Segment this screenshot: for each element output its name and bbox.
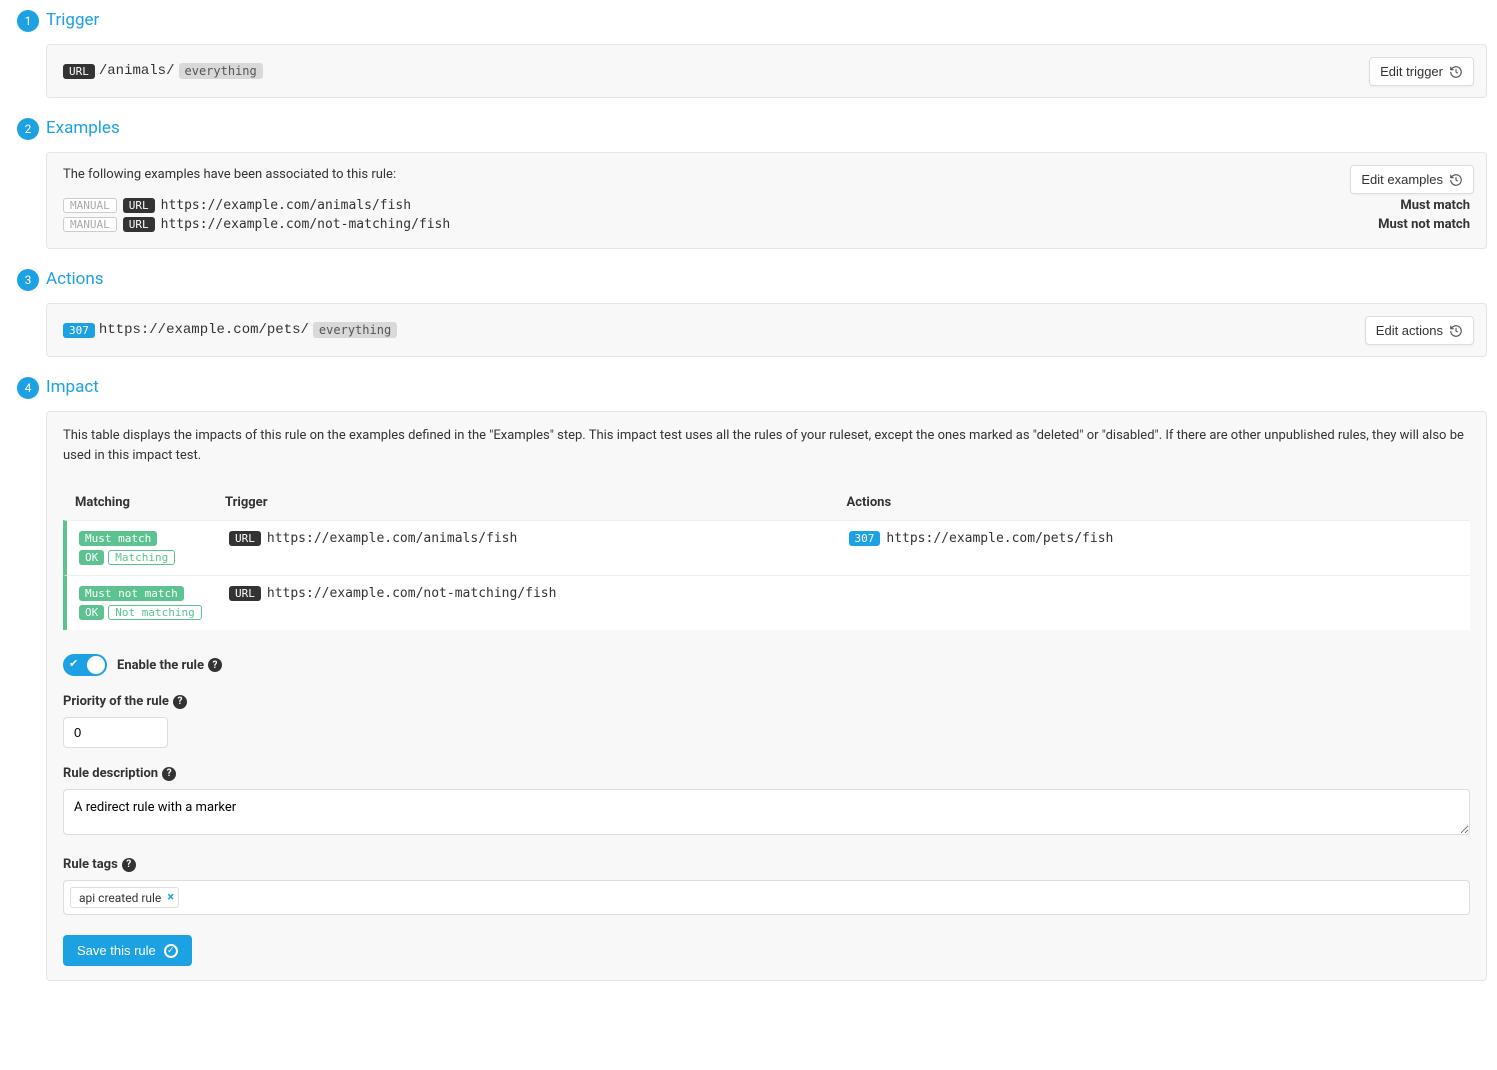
- example-result: Must match: [1400, 198, 1470, 213]
- must-not-match-badge: Must not match: [79, 586, 184, 601]
- check-icon: ✔: [69, 657, 78, 670]
- step-title-actions: Actions: [46, 269, 1487, 303]
- example-url: https://example.com/animals/fish: [161, 198, 1395, 213]
- url-badge: URL: [229, 531, 261, 546]
- impact-description: This table displays the impacts of this …: [63, 426, 1470, 465]
- trigger-url: https://example.com/not-matching/fish: [267, 586, 557, 601]
- actions-content: 307 https://example.com/pets/ everything: [63, 318, 1470, 342]
- impact-row: Must match OK Matching URL https://examp…: [63, 520, 1470, 575]
- edit-trigger-label: Edit trigger: [1380, 64, 1443, 79]
- description-field: Rule description ?: [63, 766, 1470, 839]
- trigger-marker: everything: [179, 63, 263, 79]
- step-number-badge: 3: [17, 269, 39, 291]
- must-match-badge: Must match: [79, 531, 157, 546]
- enable-rule-toggle[interactable]: ✔: [63, 654, 107, 676]
- priority-field: Priority of the rule ?: [63, 694, 1470, 748]
- edit-examples-button[interactable]: Edit examples: [1350, 165, 1474, 194]
- matching-status-badge: Matching: [108, 550, 175, 565]
- manual-badge: MANUAL: [63, 217, 117, 232]
- step-examples: 2 Examples Edit examples The following e…: [10, 118, 1487, 269]
- impact-table: Matching Trigger Actions Must match OK M…: [63, 485, 1470, 630]
- tags-label: Rule tags: [63, 857, 118, 872]
- impact-card: This table displays the impacts of this …: [46, 411, 1487, 981]
- status-code-badge: 307: [849, 531, 881, 546]
- description-label: Rule description: [63, 766, 158, 781]
- example-row: MANUAL URL https://example.com/animals/f…: [63, 196, 1470, 215]
- tag-text: api created rule: [79, 891, 161, 905]
- tag-chip: api created rule ×: [70, 887, 179, 908]
- toggle-knob: [87, 656, 105, 674]
- trigger-url: https://example.com/animals/fish: [267, 531, 517, 546]
- description-input[interactable]: [63, 789, 1470, 835]
- url-badge: URL: [63, 64, 95, 79]
- step-title-examples: Examples: [46, 118, 1487, 152]
- help-icon[interactable]: ?: [173, 695, 187, 709]
- col-header-matching: Matching: [75, 495, 225, 510]
- examples-card: Edit examples The following examples hav…: [46, 152, 1487, 249]
- help-icon[interactable]: ?: [162, 767, 176, 781]
- trigger-card: Edit trigger URL /animals/ everything: [46, 44, 1487, 98]
- priority-label: Priority of the rule: [63, 694, 169, 709]
- remove-tag-icon[interactable]: ×: [167, 890, 174, 905]
- matching-status-badge: Not matching: [108, 605, 201, 620]
- enable-rule-label: Enable the rule: [117, 658, 204, 673]
- ok-badge: OK: [79, 550, 104, 565]
- step-number-col: 1: [10, 10, 46, 36]
- examples-description: The following examples have been associa…: [63, 167, 1470, 182]
- step-title-trigger: Trigger: [46, 10, 1487, 44]
- example-url: https://example.com/not-matching/fish: [161, 217, 1372, 232]
- edit-examples-label: Edit examples: [1361, 172, 1443, 187]
- step-number-badge: 2: [17, 118, 39, 140]
- history-icon: [1449, 173, 1463, 187]
- edit-trigger-button[interactable]: Edit trigger: [1369, 57, 1474, 86]
- enable-rule-row: ✔ Enable the rule ?: [63, 654, 1470, 676]
- action-target: https://example.com/pets/: [99, 322, 309, 338]
- actions-card: Edit actions 307 https://example.com/pet…: [46, 303, 1487, 357]
- status-code-badge: 307: [63, 323, 95, 338]
- col-header-actions: Actions: [847, 495, 1459, 510]
- help-icon[interactable]: ?: [122, 858, 136, 872]
- history-icon: [1449, 324, 1463, 338]
- example-result: Must not match: [1378, 217, 1470, 232]
- edit-actions-label: Edit actions: [1376, 323, 1443, 338]
- save-rule-label: Save this rule: [77, 943, 156, 958]
- impact-row: Must not match OK Not matching URL https…: [63, 575, 1470, 630]
- ok-badge: OK: [79, 605, 104, 620]
- step-number-badge: 4: [17, 377, 39, 399]
- tags-field: Rule tags ? api created rule ×: [63, 857, 1470, 915]
- action-marker: everything: [313, 322, 397, 338]
- step-impact: 4 Impact This table displays the impacts…: [10, 377, 1487, 1001]
- tags-input[interactable]: api created rule ×: [63, 880, 1470, 915]
- step-number-badge: 1: [17, 10, 39, 32]
- step-title-impact: Impact: [46, 377, 1487, 411]
- example-row: MANUAL URL https://example.com/not-match…: [63, 215, 1470, 234]
- edit-actions-button[interactable]: Edit actions: [1365, 316, 1474, 345]
- url-badge: URL: [123, 198, 155, 213]
- col-header-trigger: Trigger: [225, 495, 847, 510]
- trigger-path: /animals/: [99, 63, 175, 79]
- help-icon[interactable]: ?: [208, 658, 222, 672]
- manual-badge: MANUAL: [63, 198, 117, 213]
- step-actions: 3 Actions Edit actions 307 https://examp…: [10, 269, 1487, 377]
- action-url: https://example.com/pets/fish: [886, 531, 1113, 546]
- history-icon: [1449, 65, 1463, 79]
- priority-input[interactable]: [63, 717, 168, 748]
- step-trigger: 1 Trigger Edit trigger URL /animals/ eve…: [10, 10, 1487, 118]
- check-circle-icon: ✓: [164, 944, 178, 958]
- url-badge: URL: [123, 217, 155, 232]
- save-rule-button[interactable]: Save this rule ✓: [63, 935, 192, 966]
- trigger-content: URL /animals/ everything: [63, 59, 1470, 83]
- impact-table-header: Matching Trigger Actions: [63, 485, 1470, 520]
- url-badge: URL: [229, 586, 261, 601]
